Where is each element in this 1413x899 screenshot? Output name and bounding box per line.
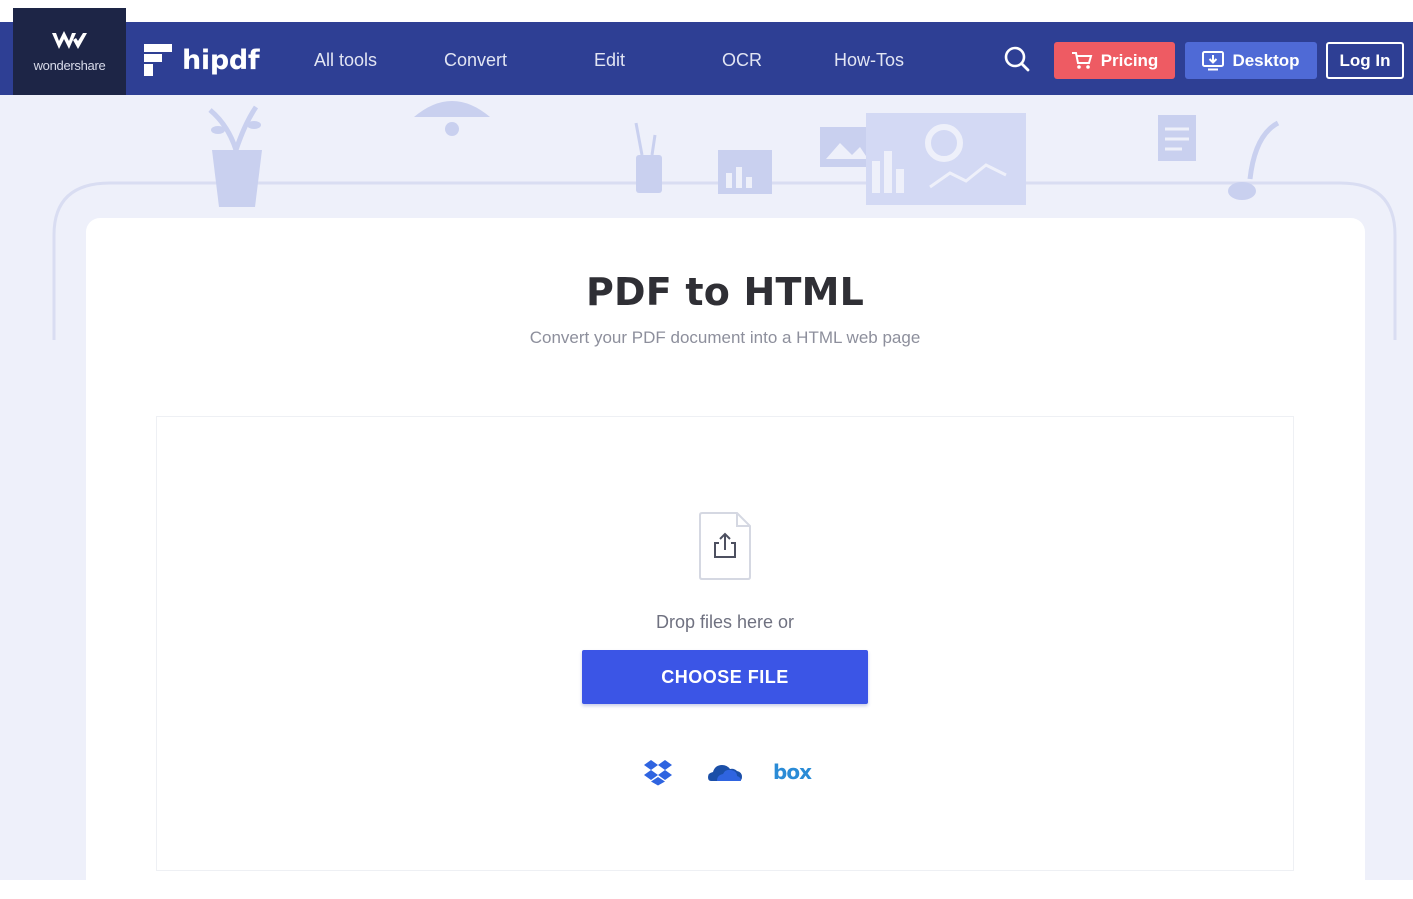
wondershare-mark-icon	[51, 31, 87, 49]
wondershare-logo[interactable]: wondershare	[13, 8, 126, 95]
onedrive-button[interactable]	[706, 756, 744, 788]
box-icon: box	[773, 760, 812, 784]
nav-ocr[interactable]: OCR	[722, 48, 762, 72]
page-title: PDF to HTML	[585, 270, 865, 314]
pricing-label: Pricing	[1100, 50, 1159, 70]
nav-edit[interactable]: Edit	[594, 48, 625, 72]
choose-file-button[interactable]: CHOOSE FILE	[582, 650, 868, 704]
plant-illustration-icon	[208, 105, 262, 207]
desktop-download-icon	[1202, 50, 1225, 70]
onedrive-icon	[708, 765, 742, 781]
document-illustration-icon	[1158, 115, 1196, 161]
nav-how-tos[interactable]: How-Tos	[834, 48, 904, 72]
board-chart-illustration-icon	[718, 150, 772, 194]
nav-all-tools[interactable]: All tools	[314, 48, 377, 72]
file-drop-zone[interactable]	[156, 416, 1294, 871]
dropbox-button[interactable]	[642, 756, 674, 788]
dashboard-illustration-icon	[866, 113, 1026, 205]
hipdf-mark-icon	[144, 44, 172, 76]
page-subtitle: Convert your PDF document into a HTML we…	[529, 328, 921, 347]
search-icon	[1004, 46, 1030, 72]
picture-frame-illustration-icon	[820, 127, 874, 167]
brand-name: hipdf	[182, 44, 260, 76]
pencil-cup-illustration-icon	[634, 122, 662, 193]
wondershare-label: wondershare	[33, 58, 106, 73]
quill-illustration-icon	[1228, 120, 1280, 200]
nav-convert[interactable]: Convert	[444, 48, 507, 72]
login-button[interactable]: Log In	[1326, 42, 1404, 79]
desktop-button[interactable]: Desktop	[1185, 42, 1317, 79]
desktop-label: Desktop	[1232, 50, 1300, 70]
lamp-illustration-icon	[414, 101, 490, 117]
drop-files-text: Drop files here or	[655, 612, 795, 632]
login-label: Log In	[1339, 50, 1391, 70]
hipdf-logo[interactable]: hipdf	[144, 43, 260, 77]
search-button[interactable]	[1002, 44, 1032, 74]
dropbox-icon	[644, 760, 672, 786]
pricing-button[interactable]: Pricing	[1054, 42, 1175, 79]
cart-icon	[1071, 51, 1093, 69]
box-button[interactable]: box	[772, 756, 812, 788]
file-upload-icon	[699, 512, 751, 580]
